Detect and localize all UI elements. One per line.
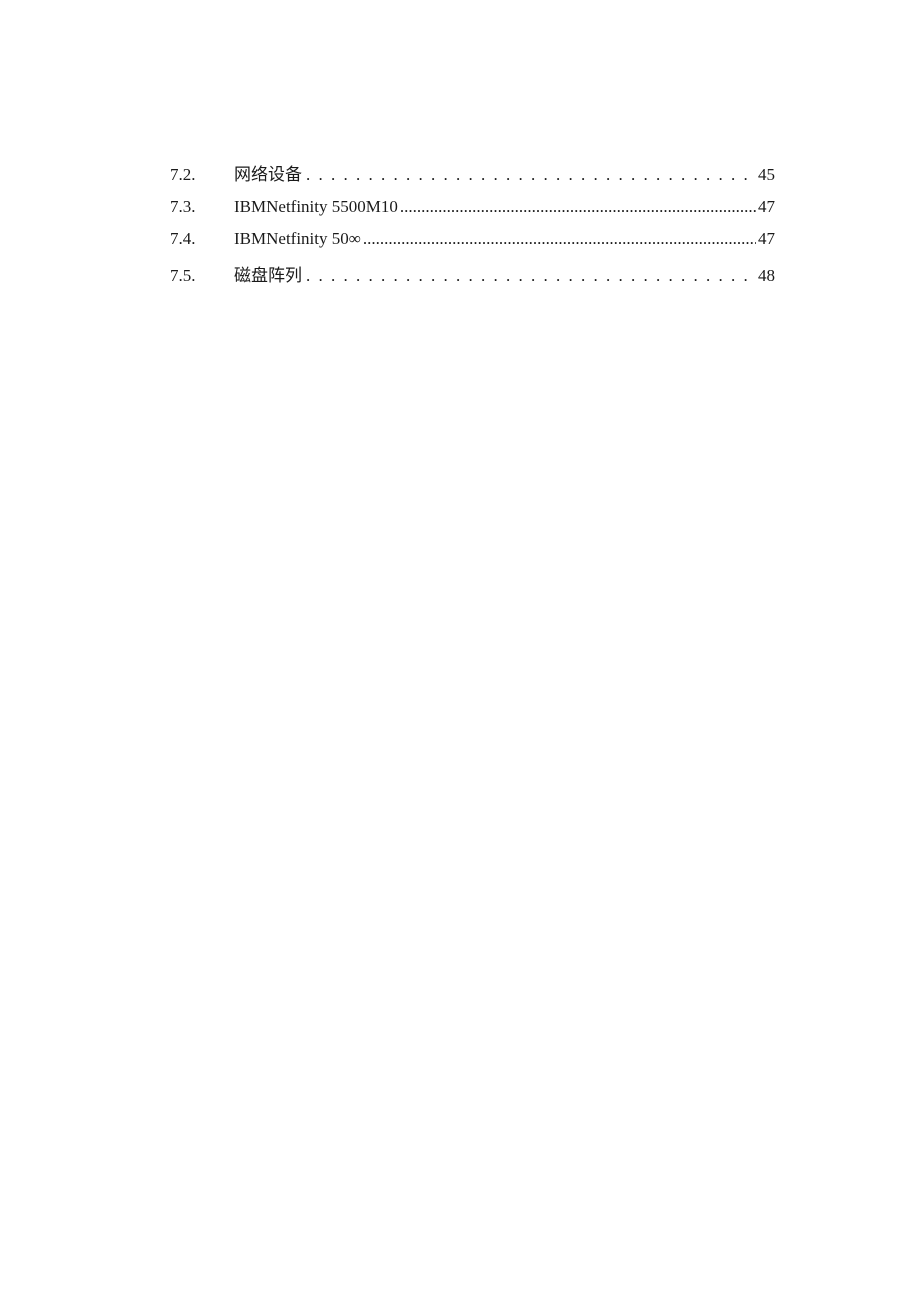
- toc-leader: [363, 229, 756, 249]
- toc-leader: [306, 266, 754, 286]
- toc-number: 7.5.: [170, 266, 234, 286]
- toc-number: 7.2.: [170, 165, 234, 185]
- toc-section: 7.2. 网络设备 45 7.3. IBMNetfinity 5500M10 4…: [170, 160, 775, 298]
- toc-title: IBMNetfinity 50∞: [234, 229, 361, 249]
- toc-title: 网络设备: [234, 160, 302, 185]
- toc-leader: [400, 197, 756, 217]
- toc-title: 磁盘阵列: [234, 261, 302, 286]
- toc-page: 45: [758, 165, 775, 185]
- toc-page: 48: [758, 266, 775, 286]
- toc-entry: 7.2. 网络设备 45: [170, 160, 775, 185]
- toc-title: IBMNetfinity 5500M10: [234, 197, 398, 217]
- toc-leader: [306, 165, 754, 185]
- toc-number: 7.4.: [170, 229, 234, 249]
- toc-page: 47: [758, 229, 775, 249]
- toc-entry: 7.4. IBMNetfinity 50∞ 47: [170, 229, 775, 249]
- toc-entry: 7.3. IBMNetfinity 5500M10 47: [170, 197, 775, 217]
- toc-number: 7.3.: [170, 197, 234, 217]
- toc-page: 47: [758, 197, 775, 217]
- toc-entry: 7.5. 磁盘阵列 48: [170, 261, 775, 286]
